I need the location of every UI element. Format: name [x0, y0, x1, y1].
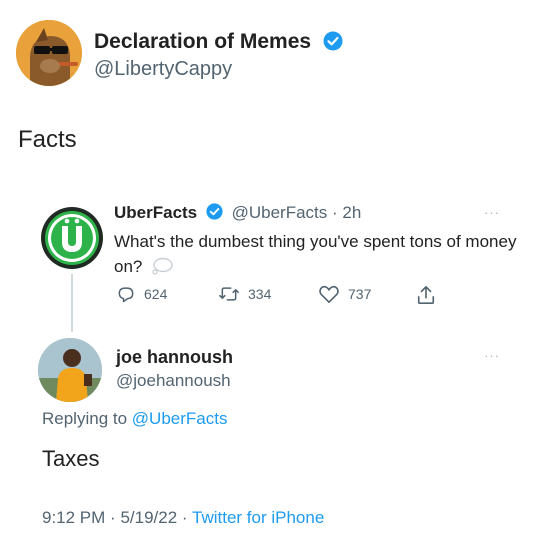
avatar[interactable]: [16, 20, 82, 86]
uberfacts-avatar[interactable]: [40, 206, 104, 270]
tweet-actions: 624 334 737: [116, 284, 436, 308]
share-button[interactable]: [416, 284, 436, 306]
retweet-icon: [219, 287, 239, 301]
replying-to: Replying to @UberFacts: [42, 409, 227, 429]
more-options-icon[interactable]: ···: [484, 348, 500, 363]
tweet-meta: 9:12 PM · 5/19/22 · Twitter for iPhone: [42, 508, 324, 528]
verified-badge-icon: [323, 31, 343, 57]
user-handle[interactable]: @LibertyCappy: [94, 58, 232, 81]
separator: ·: [332, 203, 338, 222]
tweet-source[interactable]: Twitter for iPhone: [192, 508, 324, 527]
reply-button[interactable]: 624: [116, 284, 167, 304]
tweet-text: What's the dumbest thing you've spent to…: [114, 232, 517, 276]
tweet-text: Facts: [18, 126, 77, 153]
separator: ·: [110, 508, 116, 527]
tweet-date[interactable]: 5/19/22: [120, 508, 177, 527]
heart-icon: [319, 285, 339, 303]
uberfacts-display-name: UberFacts: [114, 203, 198, 222]
uberfacts-handle: @UberFacts: [231, 203, 328, 222]
reply-icon: [118, 287, 134, 303]
share-icon: [417, 286, 435, 304]
replying-to-link[interactable]: @UberFacts: [132, 409, 228, 428]
uberfacts-tweet-text: What's the dumbest thing you've spent to…: [114, 229, 524, 282]
display-name[interactable]: Declaration of Memes: [94, 30, 343, 57]
display-name-text: Declaration of Memes: [94, 30, 312, 53]
user-handle[interactable]: @joehannoush: [116, 371, 231, 391]
avatar[interactable]: [38, 338, 102, 402]
display-name[interactable]: joe hannoush: [116, 347, 233, 368]
reply-count: 624: [144, 286, 168, 302]
separator: ·: [181, 508, 188, 527]
retweet-count: 334: [248, 286, 272, 302]
tweet-time[interactable]: 9:12 PM: [42, 508, 105, 527]
more-options-icon[interactable]: ···: [484, 205, 500, 220]
tweet-time: 2h: [342, 203, 362, 222]
uberfacts-header[interactable]: UberFacts @UberFacts · 2h: [114, 203, 361, 225]
uberfacts-logo-icon: [41, 207, 103, 269]
verified-badge-icon: [206, 203, 223, 225]
retweet-button[interactable]: 334: [218, 284, 271, 304]
reply-text: Taxes: [42, 446, 100, 471]
like-count: 737: [348, 286, 372, 302]
replying-to-label: Replying to: [42, 409, 128, 428]
thread-connector-line: [71, 274, 73, 332]
like-button[interactable]: 737: [318, 284, 371, 304]
mascot-avatar-icon: [16, 20, 82, 86]
person-photo-icon: [38, 338, 102, 402]
thinking-bubble-icon: [151, 257, 173, 282]
